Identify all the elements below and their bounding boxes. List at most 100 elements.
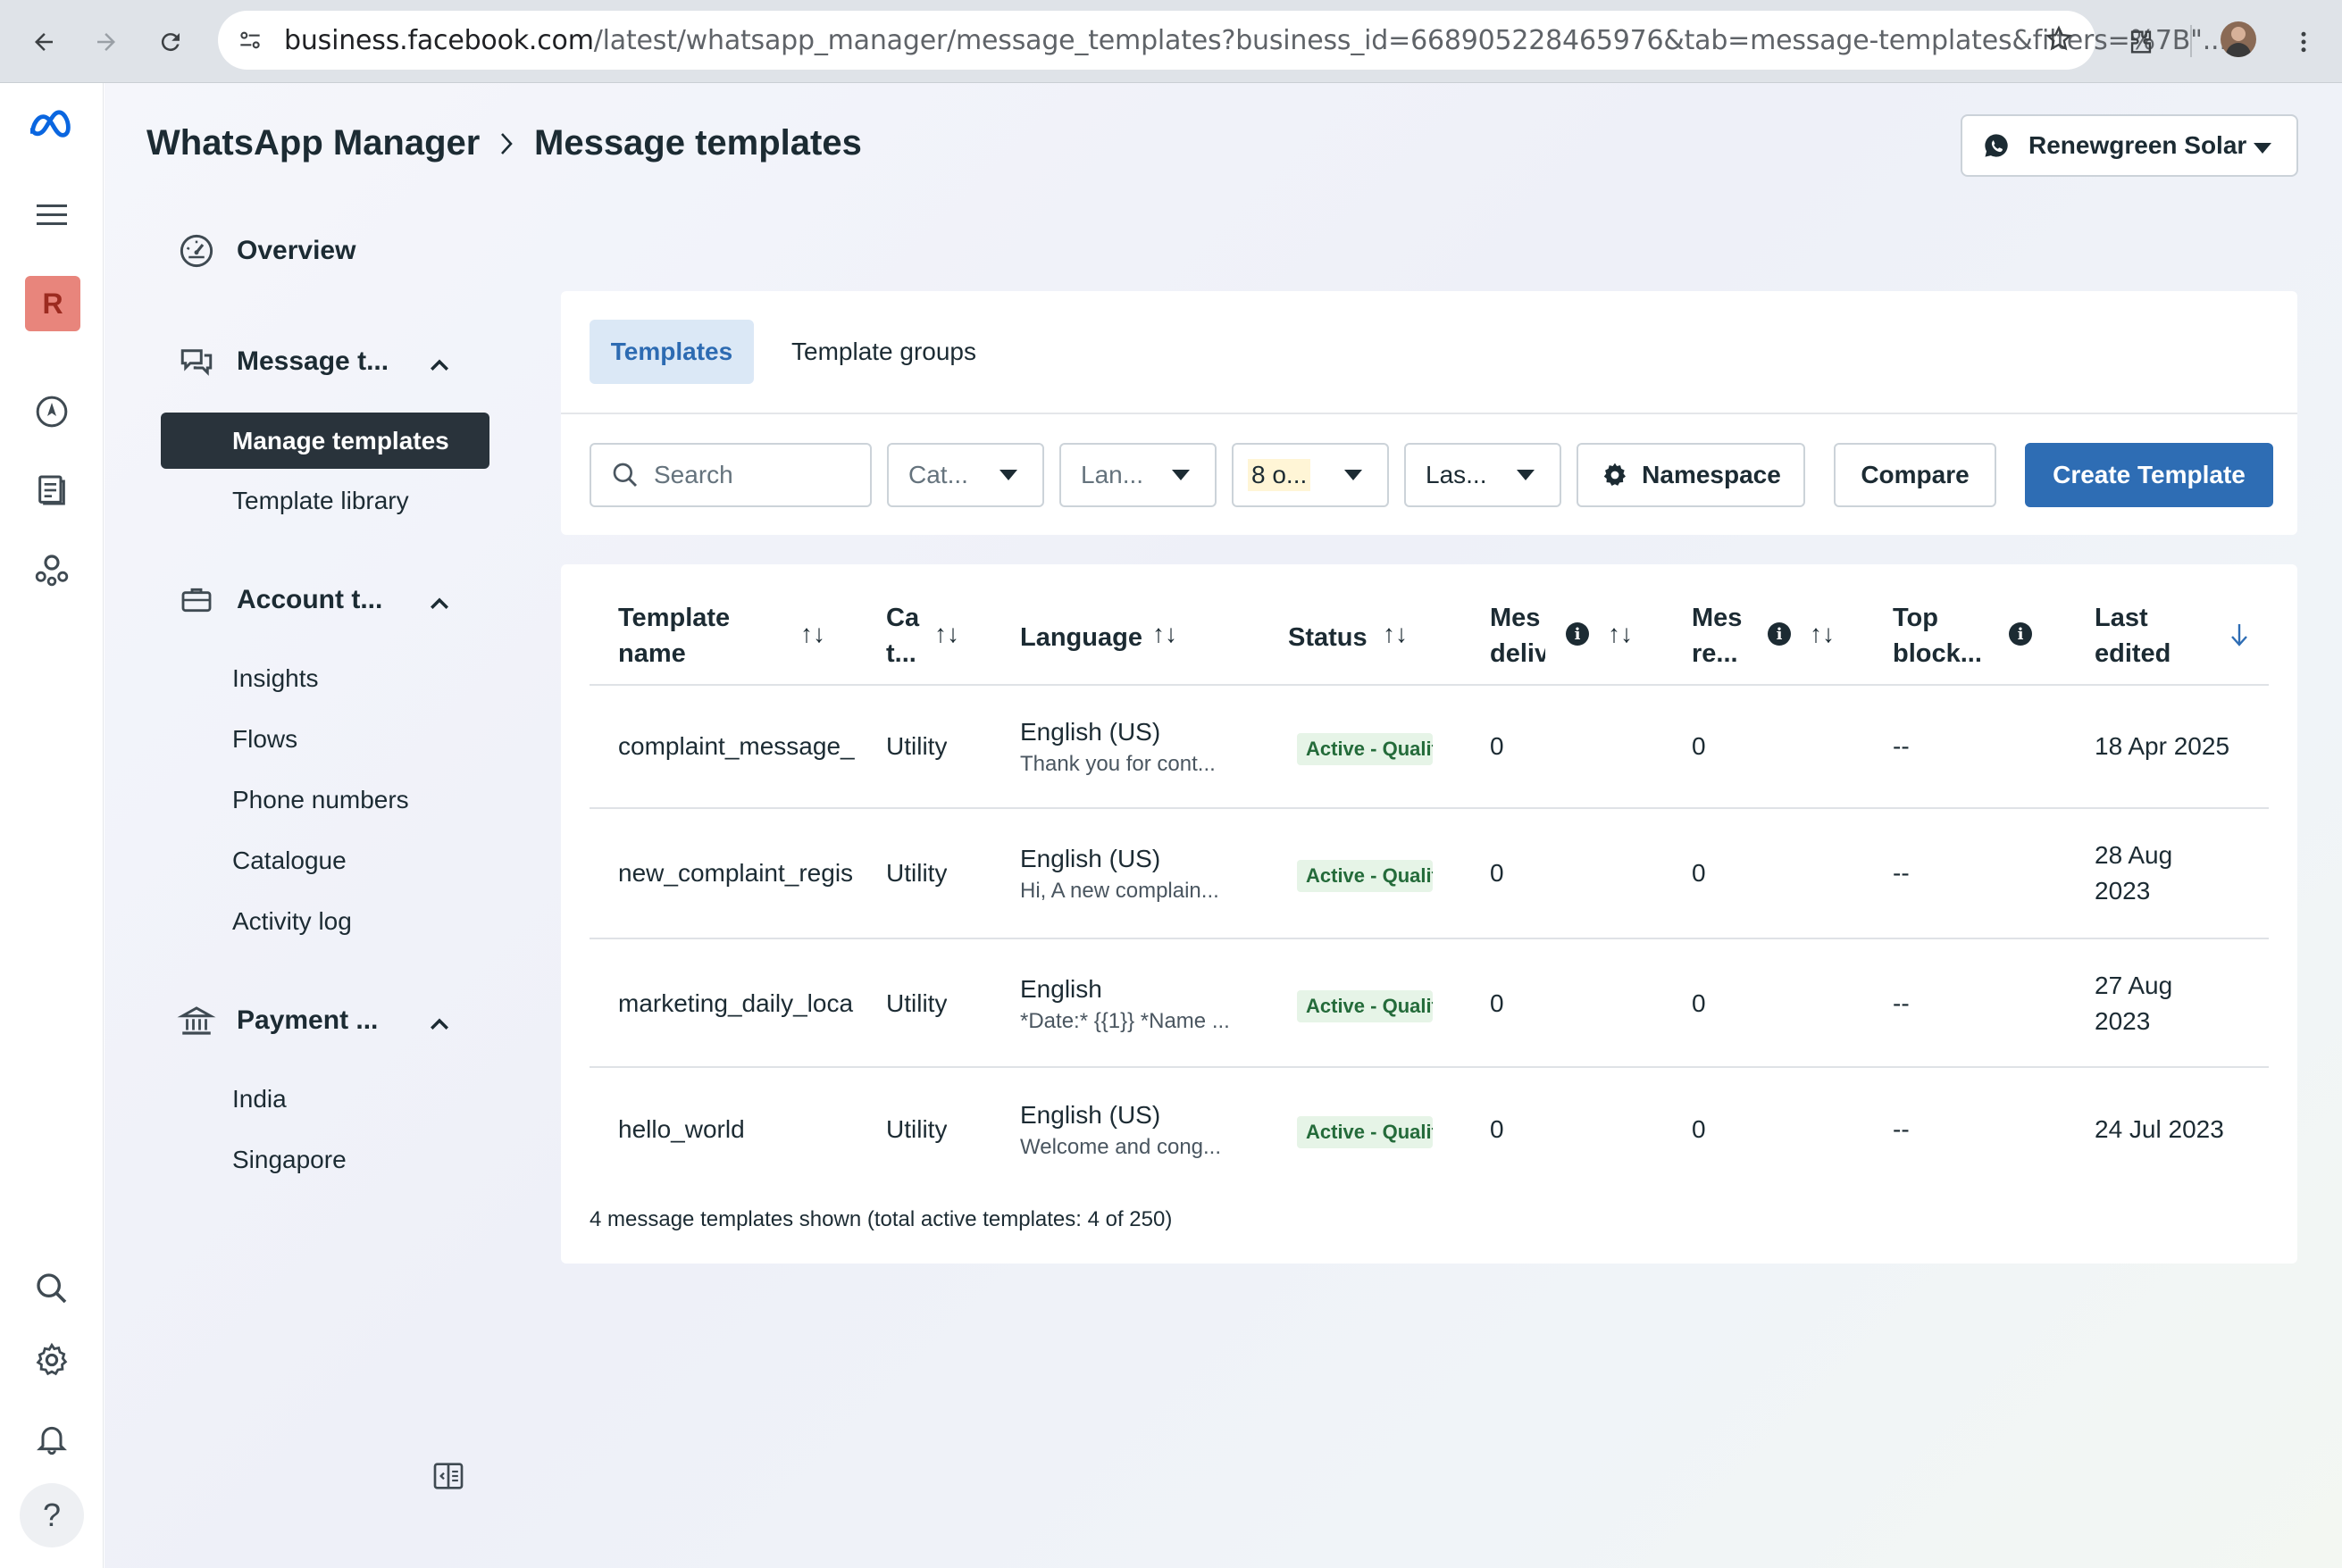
template-name[interactable]: new_complaint_regis <box>618 859 861 888</box>
profile-avatar[interactable] <box>2221 21 2256 57</box>
sidebar-item-catalogue[interactable]: Catalogue <box>232 847 347 875</box>
column-header-last-edited[interactable]: Last edited <box>2095 600 2171 671</box>
namespace-button[interactable]: Namespace <box>1577 443 1805 507</box>
status-filter-label: 8 o... <box>1248 459 1311 491</box>
column-header-category[interactable]: Ca t... <box>886 600 919 671</box>
info-icon[interactable]: i <box>1768 622 1791 646</box>
business-avatar-letter: R <box>42 287 63 320</box>
sort-icon[interactable]: ↑↓ <box>1810 620 1835 648</box>
sort-icon[interactable]: ↑↓ <box>1608 620 1633 648</box>
compass-icon[interactable] <box>27 387 77 437</box>
messages-read: 0 <box>1692 989 1706 1017</box>
settings-gear-icon[interactable] <box>27 1335 77 1385</box>
compare-button[interactable]: Compare <box>1834 443 1996 507</box>
business-selector[interactable]: Renewgreen Solar <box>1961 114 2298 177</box>
column-header-messages-read[interactable]: Mes re... <box>1692 600 1747 671</box>
chevron-up-icon[interactable] <box>426 353 453 379</box>
back-icon[interactable] <box>20 18 68 66</box>
top-block-reason: -- <box>1893 859 1910 887</box>
messages-delivered: 0 <box>1490 989 1504 1017</box>
briefcase-icon <box>176 580 217 621</box>
language-filter[interactable]: Lan... <box>1059 443 1217 507</box>
chevron-up-icon[interactable] <box>426 1012 453 1038</box>
sort-icon[interactable]: ↑↓ <box>800 620 825 648</box>
template-name[interactable]: hello_world <box>618 1115 861 1144</box>
status-filter[interactable]: 8 o... <box>1232 443 1389 507</box>
page-title: Message templates <box>534 123 862 163</box>
menu-icon[interactable] <box>27 190 77 240</box>
sidebar-section-message-templates[interactable]: Message t... <box>176 341 389 382</box>
column-header-top-block-reason[interactable]: Top block... <box>1893 600 1982 671</box>
sidebar-item-overview[interactable]: Overview <box>176 230 355 271</box>
sort-icon[interactable]: ↑↓ <box>1152 620 1177 648</box>
template-category: Utility <box>886 1115 948 1143</box>
main-area: WhatsApp Manager Message templates Renew… <box>105 83 2342 1568</box>
template-category: Utility <box>886 859 948 887</box>
status-badge: Active - Quality pending <box>1297 733 1433 765</box>
category-filter[interactable]: Cat... <box>887 443 1044 507</box>
sort-descending-icon[interactable] <box>2228 621 2251 655</box>
column-header-template-name[interactable]: Template name <box>618 600 730 671</box>
chevron-up-icon[interactable] <box>426 591 453 618</box>
sidebar-item-phone-numbers[interactable]: Phone numbers <box>232 786 409 814</box>
template-name[interactable]: marketing_daily_loca <box>618 989 861 1018</box>
column-header-messages-delivered[interactable]: Mes deliv <box>1490 600 1545 671</box>
top-block-reason: -- <box>1893 732 1910 760</box>
more-vert-icon[interactable] <box>2279 18 2328 66</box>
extensions-icon[interactable] <box>2117 18 2165 66</box>
sidebar-section-account-tools[interactable]: Account t... <box>176 580 382 621</box>
column-header-language[interactable]: Language <box>1020 620 1142 655</box>
last-edited-date: 18 Apr 2025 <box>2095 732 2230 760</box>
bookmark-star-icon[interactable] <box>2044 24 2074 61</box>
meta-logo-icon[interactable] <box>27 101 77 151</box>
notifications-bell-icon[interactable] <box>27 1414 77 1464</box>
sidebar-item-flows[interactable]: Flows <box>232 725 297 754</box>
header-edited-line1: Last <box>2095 604 2148 632</box>
template-category: Utility <box>886 989 948 1017</box>
column-header-status[interactable]: Status <box>1288 620 1368 655</box>
people-network-icon[interactable] <box>27 544 77 594</box>
help-icon[interactable]: ? <box>20 1483 84 1547</box>
business-avatar[interactable]: R <box>25 276 80 331</box>
sidebar-section-payment[interactable]: Payment ... <box>176 1000 378 1041</box>
info-icon[interactable]: i <box>2009 622 2032 646</box>
sidebar-item-template-library[interactable]: Template library <box>232 487 409 515</box>
breadcrumb-separator-icon <box>495 129 518 165</box>
header-divider <box>590 684 2269 686</box>
breadcrumb-root[interactable]: WhatsApp Manager <box>146 123 480 163</box>
caret-down-icon <box>2254 143 2271 154</box>
header-edited-line2: edited <box>2095 639 2171 668</box>
sidebar-item-manage-templates[interactable]: Manage templates <box>161 413 489 469</box>
address-bar[interactable]: business.facebook.com/latest/whatsapp_ma… <box>218 11 2228 70</box>
catalog-icon[interactable] <box>27 465 77 515</box>
row-divider <box>590 938 2269 939</box>
table-footer-summary: 4 message templates shown (total active … <box>590 1207 1173 1231</box>
reload-icon[interactable] <box>146 18 195 66</box>
create-template-button[interactable]: Create Template <box>2025 443 2273 507</box>
sidebar-item-insights[interactable]: Insights <box>232 664 319 693</box>
sidebar-item-activity-log[interactable]: Activity log <box>232 907 352 936</box>
header-cat-line1: Ca <box>886 604 920 632</box>
template-language: English (US) <box>1020 1101 1161 1129</box>
last-edited-filter[interactable]: Las... <box>1404 443 1561 507</box>
search-icon[interactable] <box>27 1264 77 1314</box>
header-delivered-line1: Mes <box>1490 604 1541 632</box>
sidebar-item-india[interactable]: India <box>232 1085 287 1113</box>
tab-template-groups[interactable]: Template groups <box>791 320 976 384</box>
info-icon[interactable]: i <box>1566 622 1589 646</box>
header-block-line1: Top <box>1893 604 1938 632</box>
sidebar-label-account-tools: Account t... <box>237 585 383 614</box>
last-edited-date: 24 Jul 2023 <box>2095 1115 2224 1143</box>
sort-icon[interactable]: ↑↓ <box>1383 620 1408 648</box>
site-settings-icon[interactable] <box>236 26 264 61</box>
template-name[interactable]: complaint_message_ <box>618 732 861 761</box>
tab-templates[interactable]: Templates <box>590 320 754 384</box>
collapse-sidebar-icon[interactable] <box>431 1458 466 1500</box>
sort-icon[interactable]: ↑↓ <box>934 620 959 648</box>
forward-icon[interactable] <box>82 18 130 66</box>
header-name-line1: Template <box>618 604 731 632</box>
toolbar-divider <box>561 413 2297 414</box>
status-badge: Active - Quality pending <box>1297 860 1433 892</box>
sidebar-item-singapore[interactable]: Singapore <box>232 1146 347 1174</box>
search-input[interactable]: Search <box>590 443 872 507</box>
